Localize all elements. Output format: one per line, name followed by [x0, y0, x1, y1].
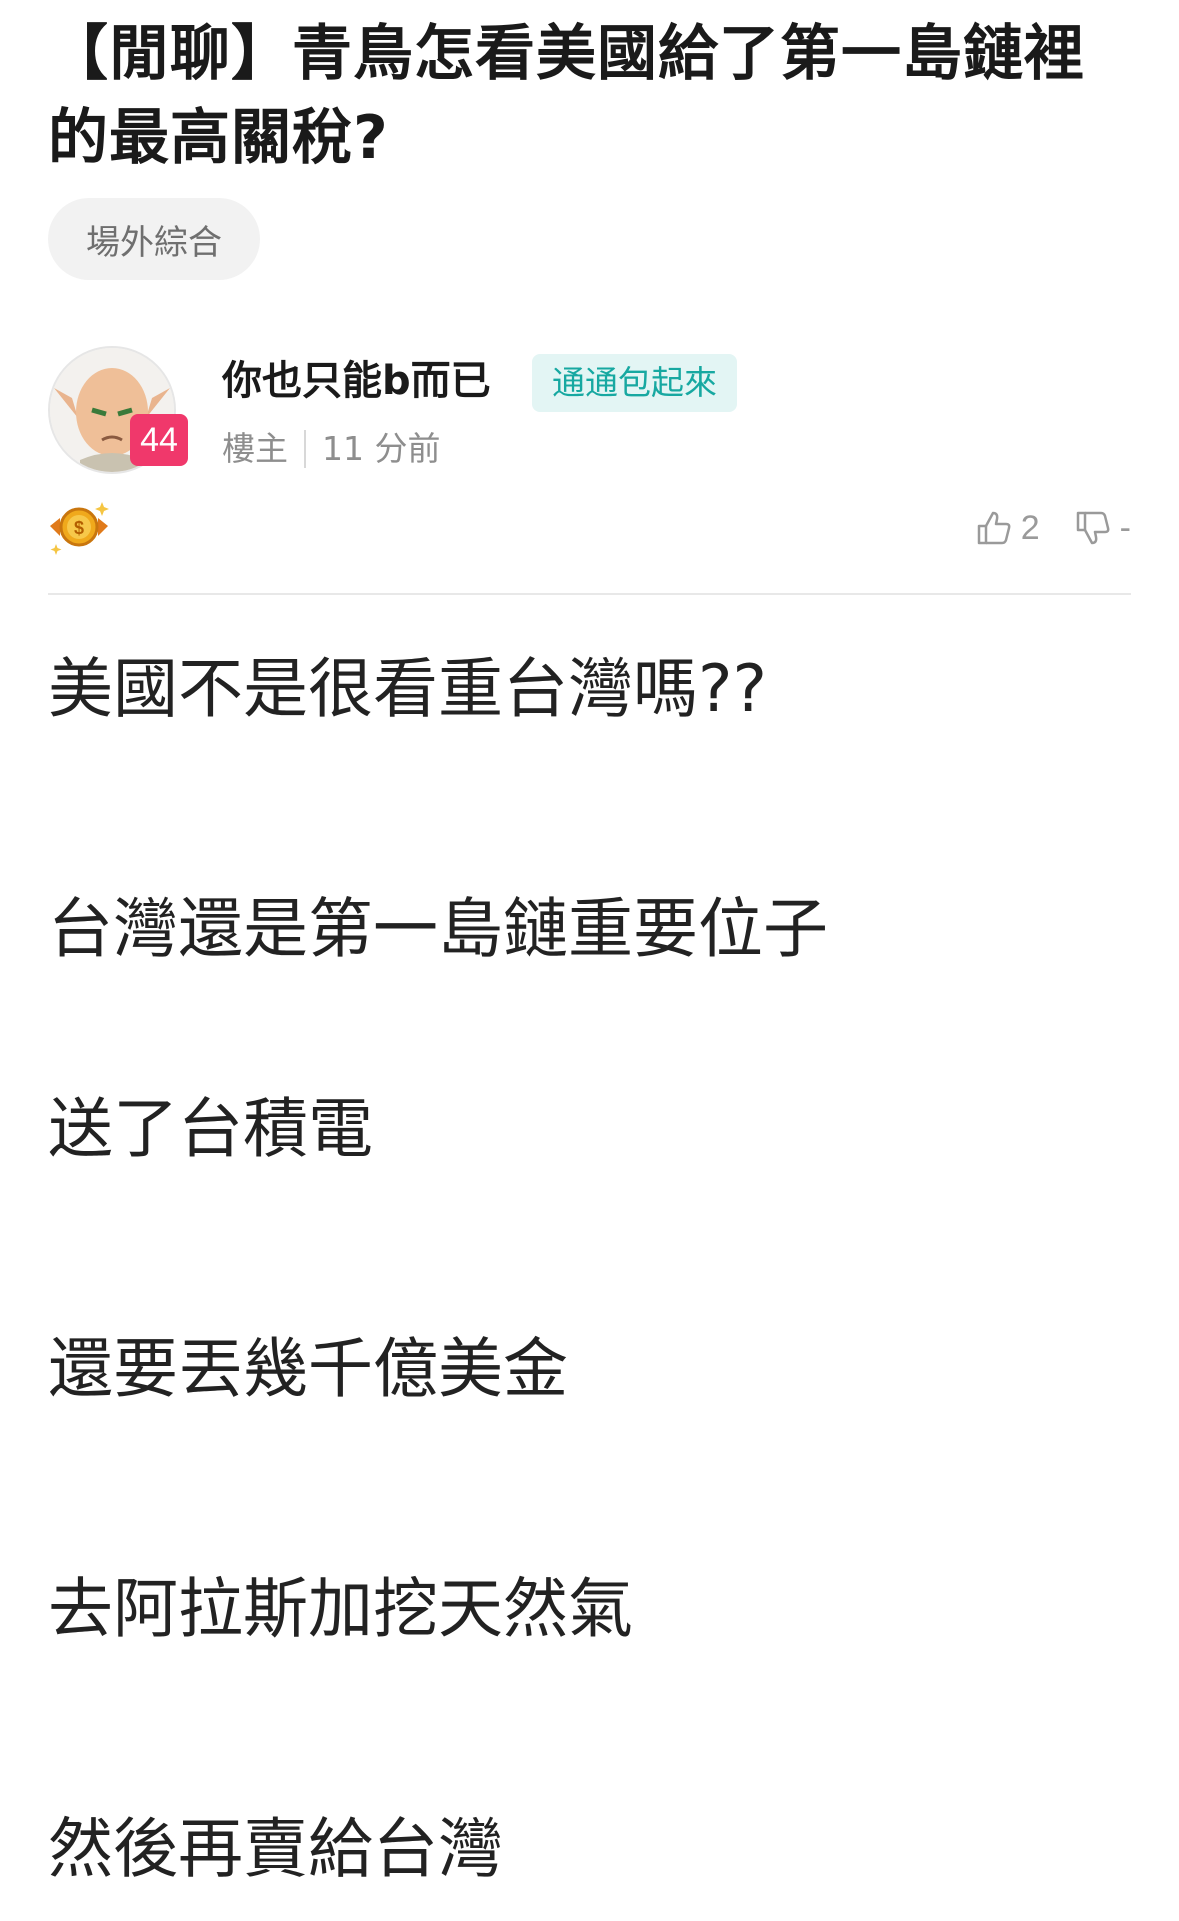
meta-divider [304, 430, 306, 468]
author-role: 樓主 [222, 429, 288, 468]
like-count: 2 [1020, 508, 1040, 547]
content-line: 去阿拉斯加挖天然氣 [48, 1572, 634, 1647]
gold-coin-icon[interactable]: $ [48, 496, 110, 558]
post-page: 【閒聊】青鳥怎看美國給了第一島鏈裡的最高關稅? 場外綜合 44 你也只能b而已 [0, 0, 1179, 1921]
like-button[interactable]: 2 [973, 508, 1040, 548]
post-meta: 樓主 11 分前 [222, 426, 440, 472]
level-badge: 44 [130, 414, 188, 466]
board-chip[interactable]: 場外綜合 [48, 198, 260, 280]
author-name[interactable]: 你也只能b而已 [222, 356, 491, 406]
thumbs-up-icon [977, 511, 1011, 545]
vote-bar: 2 - [973, 508, 1131, 548]
thumbs-down-icon [1076, 511, 1110, 545]
header-divider [48, 593, 1131, 595]
content-line: 美國不是很看重台灣嗎?? [48, 652, 767, 727]
dislike-button[interactable]: - [1072, 508, 1131, 548]
author-tag: 通通包起來 [532, 354, 737, 412]
svg-text:$: $ [74, 518, 84, 538]
post-title: 【閒聊】青鳥怎看美國給了第一島鏈裡的最高關稅? [48, 19, 1085, 173]
post-time: 11 分前 [322, 429, 441, 468]
dislike-count: - [1119, 508, 1131, 547]
content-line: 送了台積電 [48, 1092, 374, 1167]
content-line: 然後再賣給台灣 [48, 1812, 504, 1887]
content-line: 台灣還是第一島鏈重要位子 [48, 892, 829, 967]
author-row: 44 你也只能b而已 通通包起來 樓主 11 分前 [48, 346, 1138, 476]
content-line: 還要丟幾千億美金 [48, 1332, 569, 1407]
